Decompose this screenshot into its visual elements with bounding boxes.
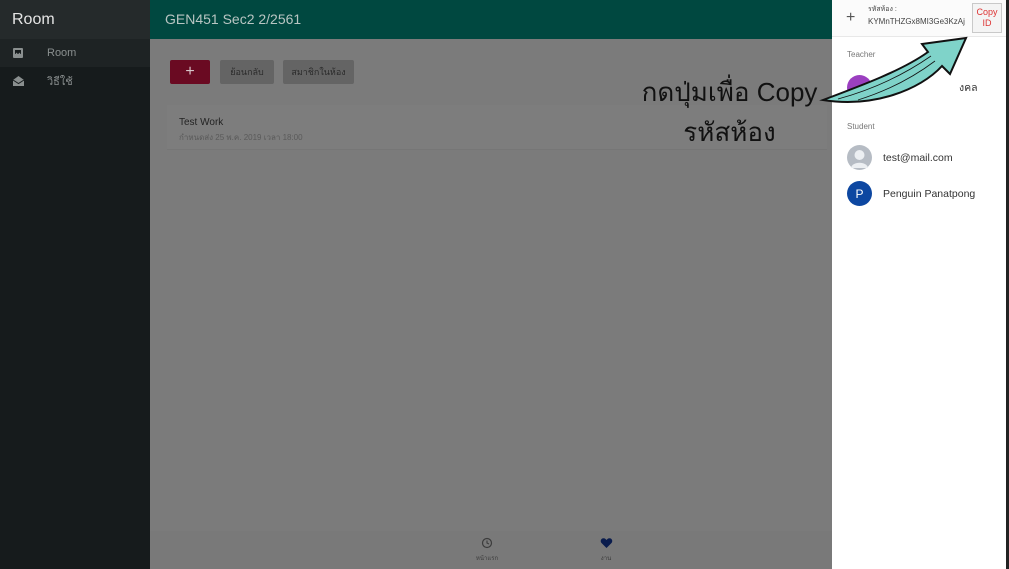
sidebar-item-label: วิธีใช้ xyxy=(47,76,73,88)
sidebar: Room Room วิธีใช้ xyxy=(0,0,150,569)
history-icon xyxy=(467,537,507,551)
work-title: Test Work xyxy=(179,117,224,128)
sidebar-item-howto[interactable]: วิธีใช้ xyxy=(0,67,150,95)
id-label: ID xyxy=(982,18,992,28)
student-item: P Penguin Panatpong xyxy=(847,181,975,206)
add-icon[interactable]: + xyxy=(846,9,855,27)
heart-icon xyxy=(586,537,626,551)
annotation-text-line1: กดปุ่มเพื่อ Copy xyxy=(641,77,818,107)
room-code-value: KYMnTHZGx8MI3Ge3KzAj xyxy=(868,17,965,26)
sidebar-title: Room xyxy=(0,0,150,39)
avatar: P xyxy=(847,181,872,206)
sidebar-item-room[interactable]: Room xyxy=(0,39,150,67)
work-due-date: กำหนดส่ง 25 พ.ค. 2019 เวลา 18:00 xyxy=(179,133,303,142)
nav-work[interactable]: งาน xyxy=(586,537,626,563)
user-avatar-icon xyxy=(847,145,872,170)
sidebar-item-label: Room xyxy=(47,47,77,59)
envelope-open-icon xyxy=(11,74,25,88)
add-work-button[interactable]: + xyxy=(170,60,210,84)
inbox-icon xyxy=(11,46,25,60)
nav-home[interactable]: หน้าแรก xyxy=(467,537,507,563)
back-button[interactable]: ย้อนกลับ xyxy=(220,60,274,84)
room-code-label: รหัสห้อง : xyxy=(868,6,897,13)
copy-label: Copy xyxy=(976,7,998,17)
student-name: test@mail.com xyxy=(883,151,953,164)
nav-label: งาน xyxy=(600,556,612,562)
nav-label: หน้าแรก xyxy=(475,556,499,562)
student-item: test@mail.com xyxy=(847,145,953,170)
copy-id-button[interactable]: Copy ID xyxy=(972,3,1002,33)
room-members-button[interactable]: สมาชิกในห้อง xyxy=(283,60,354,84)
bottom-navigation: หน้าแรก งาน xyxy=(150,531,832,569)
annotation-arrow-icon xyxy=(819,36,968,103)
student-heading: Student xyxy=(847,122,875,131)
student-name: Penguin Panatpong xyxy=(883,187,976,200)
annotation-text-line2: รหัสห้อง xyxy=(683,117,776,147)
